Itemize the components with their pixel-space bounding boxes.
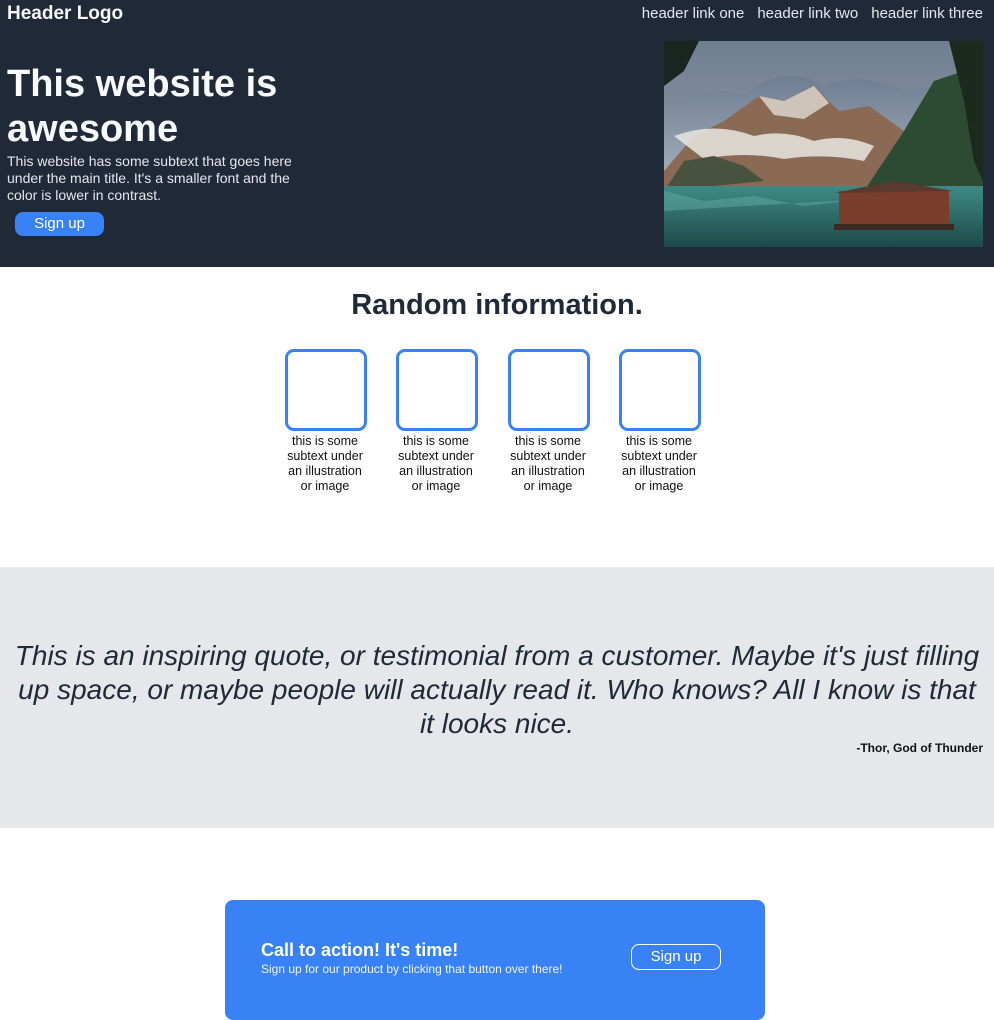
hero-section: Header Logo header link one header link … — [0, 0, 994, 267]
hero-subtext: This website has some subtext that goes … — [7, 153, 292, 203]
illustration-placeholder — [396, 349, 478, 431]
info-card: this is some subtext under an illustrati… — [396, 349, 478, 494]
header-link-one[interactable]: header link one — [642, 5, 745, 22]
cta-title: Call to action! It's time! — [261, 940, 459, 960]
mountain-lake-photo-icon — [664, 41, 983, 247]
header-nav: header link one header link two header l… — [642, 5, 983, 22]
header-link-three[interactable]: header link three — [871, 5, 983, 22]
quote-attribution: -Thor, God of Thunder — [856, 741, 983, 755]
illustration-placeholder — [619, 349, 701, 431]
info-card: this is some subtext under an illustrati… — [619, 349, 701, 494]
info-card: this is some subtext under an illustrati… — [508, 349, 590, 494]
header-logo[interactable]: Header Logo — [7, 3, 123, 25]
illustration-placeholder — [285, 349, 367, 431]
illustration-placeholder — [508, 349, 590, 431]
cta-signup-button[interactable]: Sign up — [631, 944, 721, 970]
hero-title: This website is awesome — [7, 63, 278, 150]
hero-signup-button[interactable]: Sign up — [15, 212, 104, 236]
info-card-caption: this is some subtext under an illustrati… — [287, 434, 363, 493]
cta-subtext: Sign up for our product by clicking that… — [261, 962, 563, 976]
call-to-action-panel: Call to action! It's time! Sign up for o… — [225, 900, 765, 1020]
testimonial-quote: This is an inspiring quote, or testimoni… — [14, 640, 980, 739]
info-card-caption: this is some subtext under an illustrati… — [398, 434, 474, 493]
info-card: this is some subtext under an illustrati… — [285, 349, 367, 494]
header-link-two[interactable]: header link two — [757, 5, 858, 22]
info-card-caption: this is some subtext under an illustrati… — [621, 434, 697, 493]
info-card-caption: this is some subtext under an illustrati… — [510, 434, 586, 493]
info-section-title: Random information. — [351, 289, 643, 321]
quote-section: This is an inspiring quote, or testimoni… — [0, 567, 994, 828]
hero-image — [664, 41, 983, 247]
